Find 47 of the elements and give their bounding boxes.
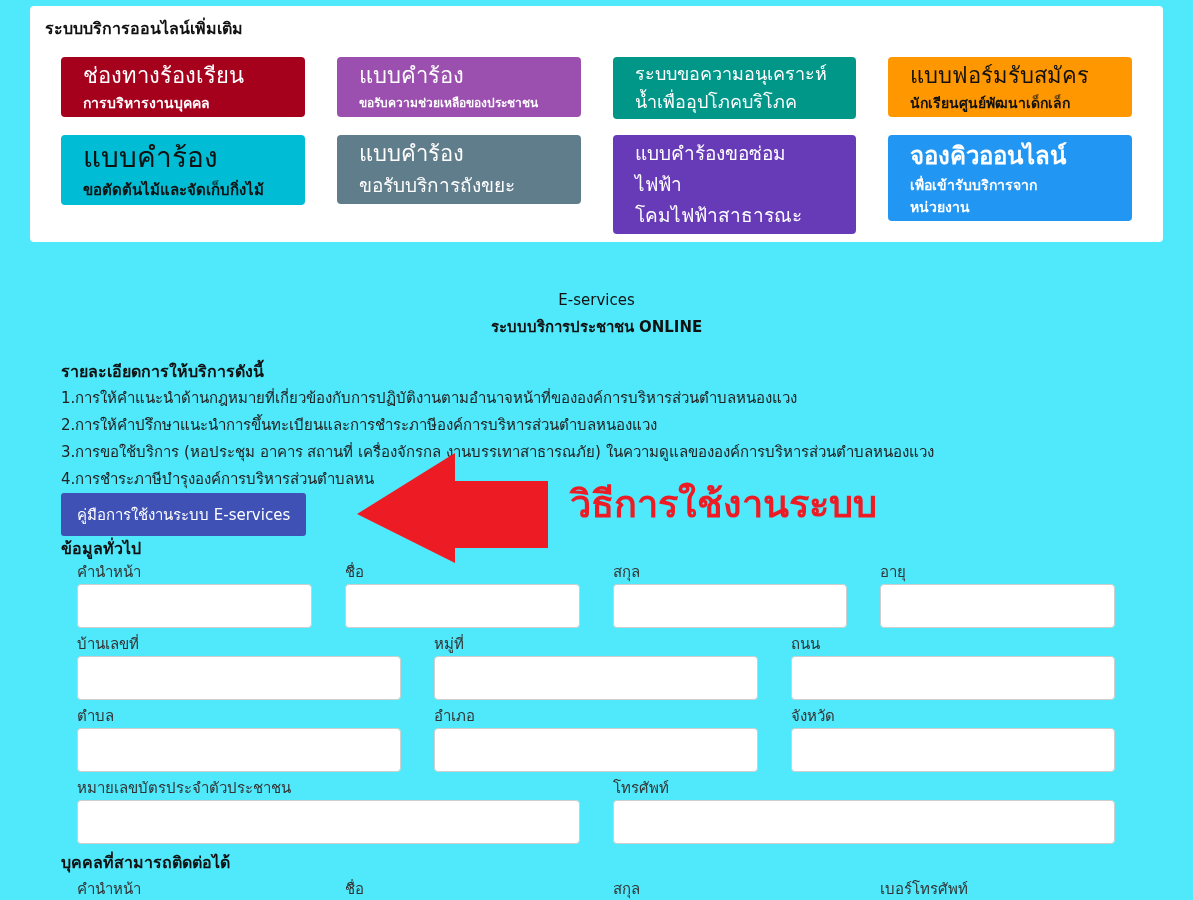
field-label: จังหวัด — [791, 706, 835, 726]
service-button[interactable]: แบบคำร้องขอซ่อม ไฟฟ้า โคมไฟฟ้าสาธารณะ — [612, 135, 857, 234]
service-list-item: 1.การให้คำแนะนำด้านกฎหมายที่เกี่ยวข้องกับการปฏิบัติงานตามอำนาจหน้าที่ขององค์การบริหารส่วนตำบลหนองแวง — [61, 387, 798, 409]
text-field[interactable] — [77, 728, 401, 772]
manual-button[interactable]: คู่มือการใช้งานระบบ E-services — [61, 493, 307, 536]
field-label: สกุล — [612, 562, 640, 582]
field-label: ตำบล — [77, 706, 114, 726]
section-heading: รายละเอียดการให้บริการดังนี้ — [61, 359, 264, 385]
service-button[interactable]: ระบบขอความอนุเคราะห์ น้ำเพื่ออุปโภคบริโภค — [612, 57, 857, 119]
field-label: สกุล — [612, 879, 640, 899]
service-button[interactable]: ช่องทางร้องเรียน การบริหารงานบุคคล — [61, 57, 305, 117]
field-label: อำเภอ — [434, 706, 475, 726]
page-subtitle: ระบบบริการประชาชน ONLINE — [489, 317, 704, 338]
text-field[interactable] — [434, 728, 758, 772]
field-label: บ้านเลขที่ — [77, 634, 139, 654]
text-field[interactable] — [77, 656, 401, 700]
page-title: E-services — [557, 290, 636, 311]
field-label: หมายเลขบัตรประจำตัวประชาชน — [77, 778, 291, 798]
service-list-item: 4.การชำระภาษีบำรุงองค์การบริหารส่วนตำบลหน — [61, 469, 375, 491]
section-heading: บุคคลที่สามารถติดต่อได้ — [61, 850, 230, 875]
field-label: ชื่อ — [344, 879, 364, 899]
text-field[interactable] — [344, 584, 580, 628]
text-field[interactable] — [77, 800, 580, 844]
field-label: อายุ — [880, 562, 907, 582]
service-button[interactable]: แบบคำร้อง ขอรับบริการถังขยะ — [336, 135, 581, 204]
service-button[interactable]: แบบคำร้อง ขอรับความช่วยเหลือของประชาชน — [336, 57, 581, 117]
text-field[interactable] — [791, 728, 1115, 772]
field-label: ชื่อ — [344, 562, 364, 582]
text-field[interactable] — [434, 656, 758, 700]
service-button[interactable]: แบบฟอร์มรับสมัคร นักเรียนศูนย์พัฒนาเด็กเล็ก — [888, 57, 1132, 117]
annotation-text: วิธีการใช้งานระบบ — [570, 481, 877, 528]
field-label: ถนน — [791, 634, 820, 654]
field-label: คำนำหน้า — [77, 879, 141, 899]
text-field[interactable] — [612, 584, 848, 628]
service-list-item: 3.การขอใช้บริการ (หอประชุม อาคาร สถานที่ เครื่องจักรกล งานบรรเทาสาธารณภัย) ในความดูแลขององค์การบริหารส่วนตำบลหนองแวง — [61, 441, 934, 464]
field-label: คำนำหน้า — [77, 562, 141, 582]
field-label: หมู่ที่ — [434, 634, 464, 654]
card-title: ระบบบริการออนไลน์เพิ่มเติม — [45, 18, 244, 40]
text-field[interactable] — [791, 656, 1115, 700]
service-list-item: 2.การให้คำปรึกษาแนะนำการขึ้นทะเบียนและการชำระภาษีองค์การบริหารส่วนตำบลหนองแวง — [61, 413, 658, 436]
field-label: เบอร์โทรศัพท์ — [880, 879, 969, 899]
service-button[interactable]: แบบคำร้อง ขอตัดต้นไม้และจัดเก็บกิ่งไม้ — [61, 135, 305, 205]
text-field[interactable] — [612, 800, 1115, 844]
text-field[interactable] — [77, 584, 312, 628]
text-field[interactable] — [880, 584, 1115, 628]
field-label: โทรศัพท์ — [612, 778, 669, 798]
section-heading: ข้อมูลทั่วไป — [61, 536, 141, 561]
